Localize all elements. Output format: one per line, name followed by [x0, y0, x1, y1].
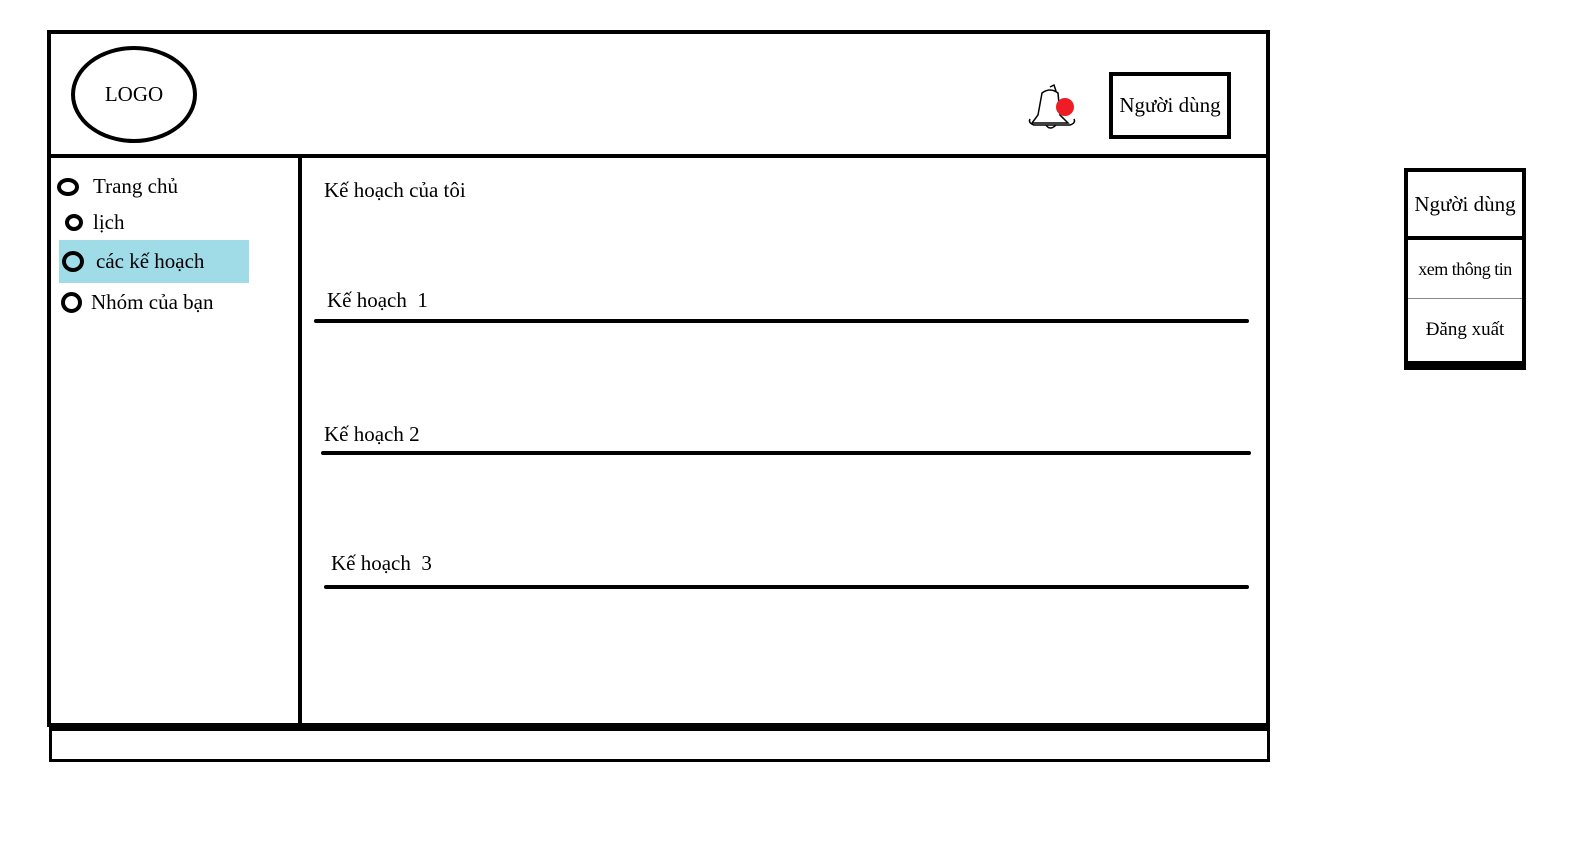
user-button[interactable]: Người dùng [1109, 72, 1231, 139]
sidebar-item-plans[interactable]: các kế hoạch [59, 240, 249, 283]
notification-dot [1056, 98, 1074, 116]
logout-item[interactable]: Đăng xuất [1408, 299, 1522, 361]
plan-divider [314, 319, 1249, 323]
sidebar-item-groups[interactable]: Nhóm của bạn [61, 290, 213, 315]
main-content: Kế hoạch của tôi Kế hoạch 1 Kế hoạch 2 K… [302, 154, 1266, 723]
view-profile-item[interactable]: xem thông tin [1408, 240, 1522, 299]
plan-divider [324, 585, 1249, 589]
circle-icon [57, 177, 79, 196]
app-frame: LOGO Người dùng Trang chủ lịch các kế ho… [47, 30, 1270, 727]
footer [49, 727, 1270, 762]
plan-item-1[interactable]: Kế hoạch 1 [327, 288, 428, 313]
logo-text: LOGO [104, 82, 164, 106]
plan-item-3[interactable]: Kế hoạch 3 [331, 551, 432, 576]
circle-icon [65, 214, 83, 231]
user-button-label: Người dùng [1119, 93, 1221, 117]
sidebar-item-label: Nhóm của bạn [91, 290, 214, 314]
user-menu-header: Người dùng [1408, 172, 1522, 240]
header: LOGO Người dùng [51, 34, 1266, 158]
logo[interactable]: LOGO [71, 46, 197, 143]
sidebar-item-label: các kế hoạch [96, 249, 205, 273]
sidebar-item-home[interactable]: Trang chủ [57, 174, 178, 199]
plan-divider [321, 451, 1251, 455]
user-dropdown-menu: Người dùng xem thông tin Đăng xuất [1404, 168, 1526, 370]
sidebar: Trang chủ lịch các kế hoạch Nhóm của bạn [51, 154, 302, 723]
circle-icon [62, 251, 84, 272]
sidebar-item-calendar[interactable]: lịch [65, 210, 125, 235]
plan-item-2[interactable]: Kế hoạch 2 [324, 422, 420, 447]
page-title: Kế hoạch của tôi [324, 178, 466, 202]
sidebar-item-label: Trang chủ [93, 174, 178, 198]
sidebar-item-label: lịch [93, 210, 125, 234]
circle-icon [61, 292, 82, 313]
bell-icon[interactable] [1028, 81, 1084, 135]
